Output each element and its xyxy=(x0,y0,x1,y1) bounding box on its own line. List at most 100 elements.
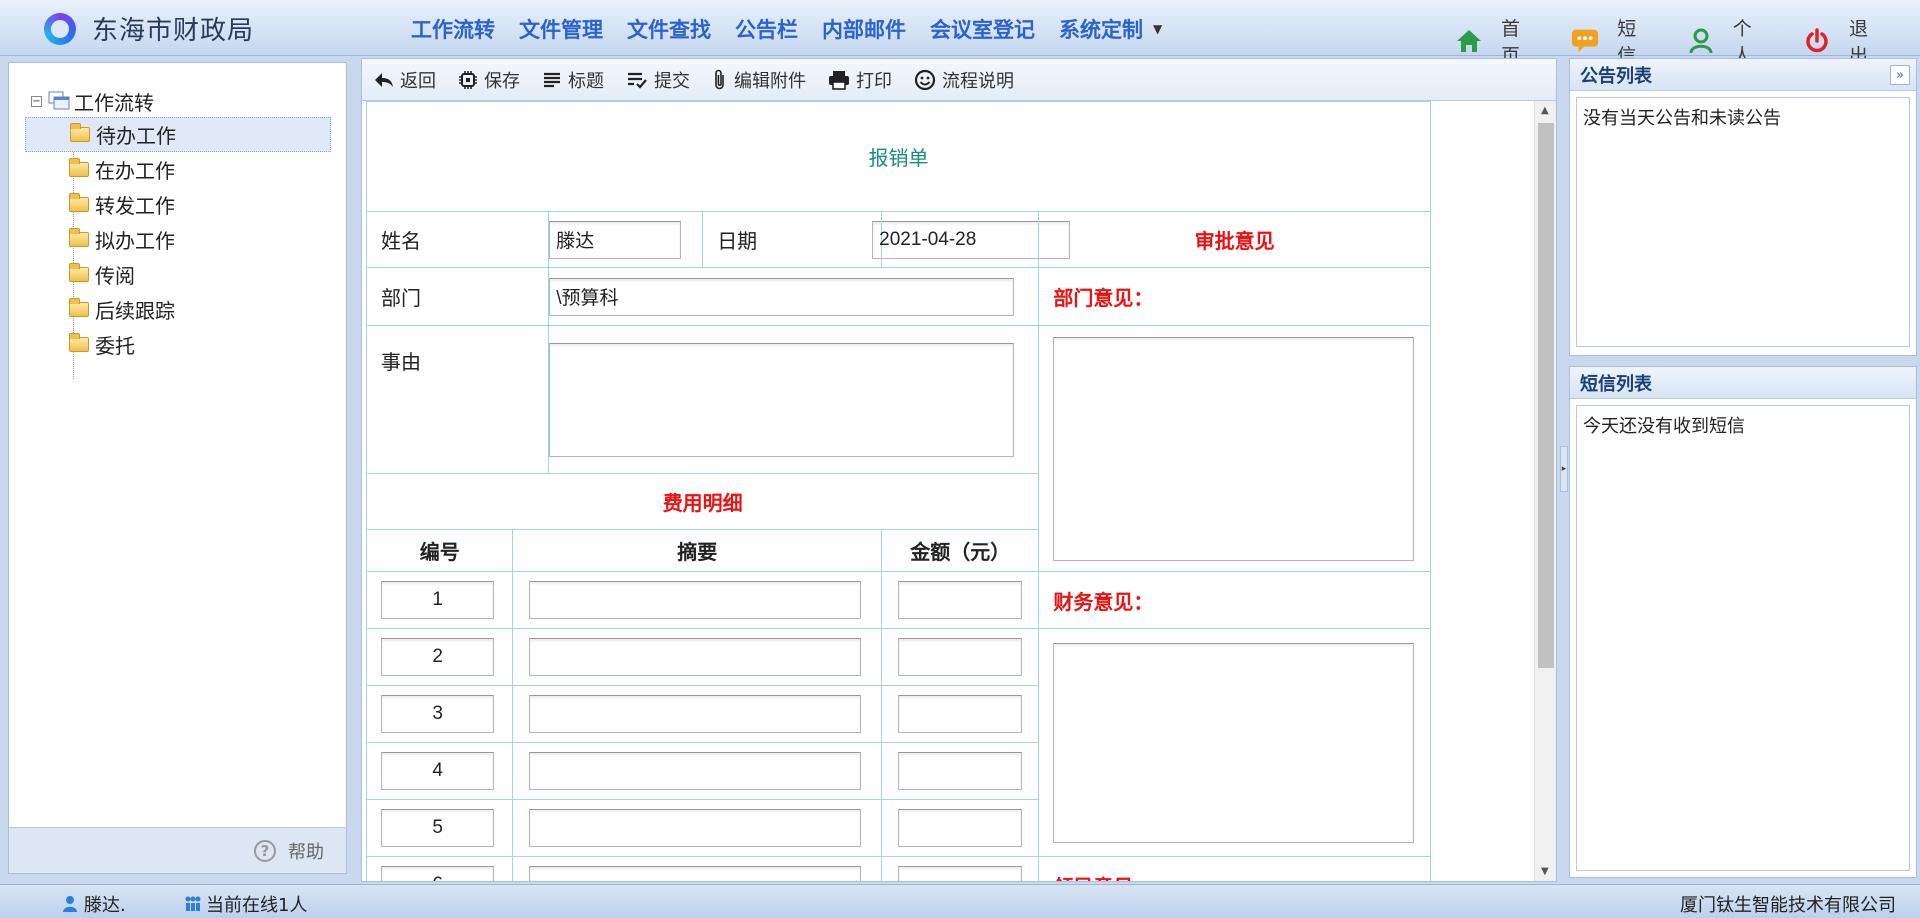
row-no-field[interactable]: 1 xyxy=(381,581,495,619)
row-amount-field[interactable] xyxy=(898,638,1023,676)
print-button[interactable]: 打印 xyxy=(828,67,892,93)
dept-opinion-textarea[interactable] xyxy=(1053,336,1414,561)
row-no-cell: 2 xyxy=(365,628,514,686)
row-no-cell: 6 xyxy=(365,856,514,881)
dept-cell: \预算科 xyxy=(548,267,1040,326)
reason-textarea[interactable] xyxy=(549,342,1015,457)
nav-file-management[interactable]: 文件管理 xyxy=(519,14,603,44)
dept-label: 部门 xyxy=(365,267,550,326)
row-amount-cell xyxy=(881,685,1040,743)
paperclip-icon xyxy=(715,69,724,89)
row-summary-field[interactable] xyxy=(529,581,862,619)
status-bar: 滕达. 当前在线1人 厦门钛生智能技术有限公司 xyxy=(0,884,1920,918)
title-button[interactable]: 标题 xyxy=(542,67,604,93)
row-no-field[interactable]: 2 xyxy=(381,638,495,676)
sidebar-item-forwarded[interactable]: 转发工作 xyxy=(25,187,331,222)
row-amount-cell xyxy=(881,742,1040,800)
row-amount-field[interactable] xyxy=(898,695,1023,733)
sidebar-item-delegate[interactable]: 委托 xyxy=(25,327,331,362)
app-logo: 东海市财政局 xyxy=(44,10,254,47)
process-description-button[interactable]: 流程说明 xyxy=(914,67,1014,93)
sidebar-item-circulate[interactable]: 传阅 xyxy=(25,257,331,292)
name-field[interactable]: 滕达 xyxy=(549,220,682,259)
save-button[interactable]: 保存 xyxy=(458,67,520,93)
current-user: 滕达. xyxy=(62,891,126,917)
row-amount-field[interactable] xyxy=(898,866,1023,881)
submit-button[interactable]: 提交 xyxy=(626,67,690,93)
sidebar-item-drafting[interactable]: 拟办工作 xyxy=(25,222,331,257)
back-button[interactable]: 返回 xyxy=(374,67,436,93)
help-button[interactable]: ? 帮助 xyxy=(9,827,346,873)
nav-workflow[interactable]: 工作流转 xyxy=(411,14,495,44)
nav-system-settings[interactable]: 系统定制 xyxy=(1059,14,1143,44)
windows-icon xyxy=(48,91,70,110)
row-no-cell: 1 xyxy=(365,571,514,629)
row-amount-cell xyxy=(881,799,1040,857)
row-summary-field[interactable] xyxy=(529,866,862,881)
announcement-box: 公告列表 » 没有当天公告和未读公告 xyxy=(1569,58,1917,356)
top-bar: 东海市财政局 工作流转 文件管理 文件查找 公告栏 内部邮件 会议室登记 系统定… xyxy=(0,0,1920,67)
form-title: 报销单 xyxy=(366,101,1431,212)
back-label: 返回 xyxy=(400,70,436,92)
folder-icon xyxy=(69,263,89,282)
home-icon xyxy=(1455,27,1483,55)
main-nav: 工作流转 文件管理 文件查找 公告栏 内部邮件 会议室登记 系统定制 ▼ xyxy=(411,14,1162,44)
tree-root[interactable]: − 工作流转 xyxy=(31,85,331,117)
sidebar-item-label: 转发工作 xyxy=(95,194,175,218)
form-scroll-area[interactable]: 报销单 姓名 滕达 日期 2021-04-28 审批意见 部门 \预算科 部门意… xyxy=(362,101,1556,881)
dropdown-caret-icon[interactable]: ▼ xyxy=(1153,22,1162,44)
app-title: 东海市财政局 xyxy=(92,16,255,46)
row-no-field[interactable]: 4 xyxy=(381,752,495,790)
sidebar-item-label: 传阅 xyxy=(95,264,135,288)
user-icon xyxy=(1688,27,1715,55)
row-amount-field[interactable] xyxy=(898,581,1023,619)
sidebar-item-follow-up[interactable]: 后续跟踪 xyxy=(25,292,331,327)
right-sidebar: 公告列表 » 没有当天公告和未读公告 短信列表 今天还没有收到短信 xyxy=(1569,58,1917,878)
folder-icon xyxy=(70,123,90,142)
sidebar-item-label: 委托 xyxy=(95,334,135,358)
collapse-right-icon[interactable]: » xyxy=(1890,65,1910,85)
announcement-empty-text: 没有当天公告和未读公告 xyxy=(1583,108,1781,129)
left-sidebar: − 工作流转 待办工作 在办工作 转发工作 拟办工作 传阅 后续跟踪 委托 ? … xyxy=(8,62,347,874)
row-summary-cell xyxy=(512,856,883,881)
finance-opinion-textarea[interactable] xyxy=(1053,642,1414,843)
row-no-field[interactable]: 5 xyxy=(381,809,495,847)
panel-splitter[interactable]: ▸ xyxy=(1560,446,1568,492)
row-no-field[interactable]: 6 xyxy=(381,866,495,881)
row-summary-field[interactable] xyxy=(529,809,862,847)
message-list: 今天还没有收到短信 xyxy=(1576,405,1910,871)
save-label: 保存 xyxy=(484,70,520,92)
sidebar-item-todo[interactable]: 待办工作 xyxy=(25,117,331,152)
scroll-up-icon[interactable]: ▲ xyxy=(1541,105,1549,116)
nav-file-search[interactable]: 文件查找 xyxy=(627,14,711,44)
nav-internal-mail[interactable]: 内部邮件 xyxy=(822,14,906,44)
collapse-icon[interactable]: − xyxy=(31,95,42,107)
row-amount-field[interactable] xyxy=(898,809,1023,847)
table-row: 2 xyxy=(365,628,1431,857)
nav-bulletin[interactable]: 公告栏 xyxy=(735,14,798,44)
vertical-scrollbar[interactable]: ▲ ▼ xyxy=(1534,101,1556,881)
scrollbar-thumb[interactable] xyxy=(1538,123,1554,668)
row-summary-cell xyxy=(512,571,883,629)
row-summary-field[interactable] xyxy=(529,638,862,676)
row-summary-field[interactable] xyxy=(529,695,862,733)
row-amount-field[interactable] xyxy=(898,752,1023,790)
online-count[interactable]: 当前在线1人 xyxy=(184,891,307,917)
row-summary-cell xyxy=(512,742,883,800)
edit-attachment-button[interactable]: 编辑附件 xyxy=(712,67,806,93)
dept-opinion-label: 部门意见： xyxy=(1038,267,1431,326)
workflow-tree: − 工作流转 待办工作 在办工作 转发工作 拟办工作 传阅 后续跟踪 委托 xyxy=(25,85,331,379)
online-count-text: 当前在线1人 xyxy=(206,895,308,916)
sidebar-item-label: 待办工作 xyxy=(96,124,176,148)
form-toolbar: 返回 保存 标题 提交 编辑附件 打印 流程说明 xyxy=(362,59,1556,101)
back-arrow-icon xyxy=(375,72,393,87)
scroll-down-icon[interactable]: ▼ xyxy=(1541,866,1549,877)
user-icon xyxy=(63,896,77,912)
row-summary-field[interactable] xyxy=(529,752,862,790)
row-no-field[interactable]: 3 xyxy=(381,695,495,733)
finance-opinion-cell xyxy=(1038,628,1431,857)
nav-meeting-room[interactable]: 会议室登记 xyxy=(930,14,1035,44)
sidebar-item-in-progress[interactable]: 在办工作 xyxy=(25,152,331,187)
power-icon xyxy=(1804,27,1831,55)
dept-field[interactable]: \预算科 xyxy=(549,277,1015,316)
